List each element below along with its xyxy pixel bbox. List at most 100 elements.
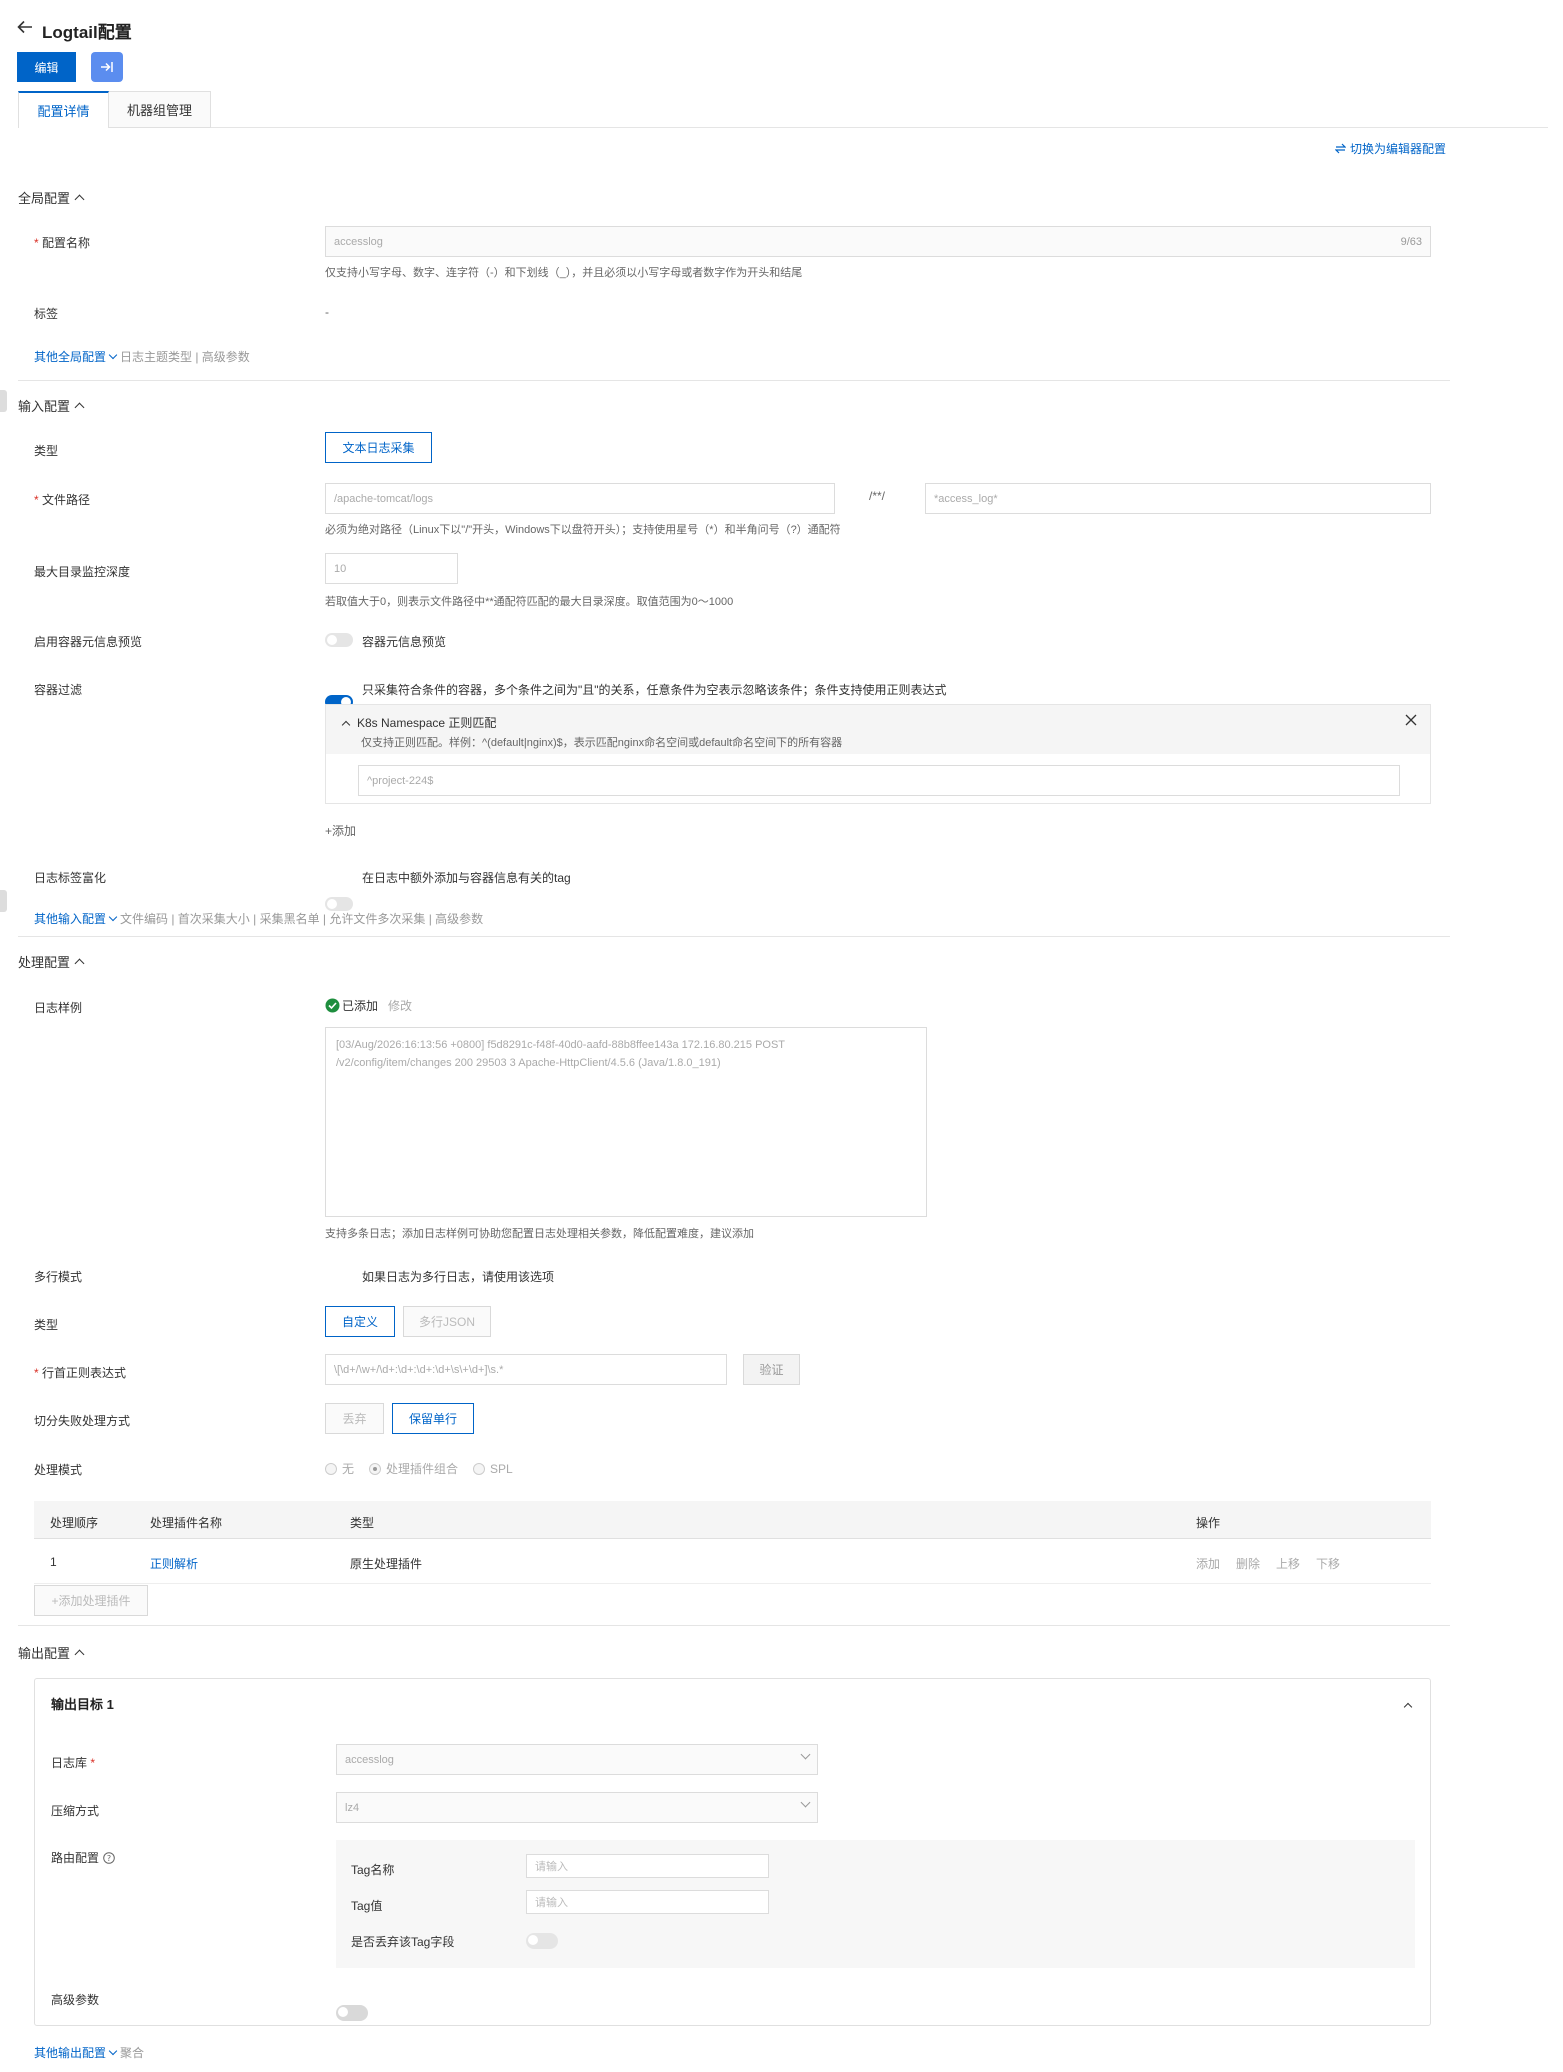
k8s-filter-close[interactable] (1404, 713, 1418, 727)
section-input-config[interactable]: 输入配置 (18, 396, 85, 415)
row-move-up-button[interactable]: 上移 (1276, 1555, 1300, 1572)
config-name-input[interactable]: accesslog 9/63 (325, 226, 1431, 257)
regex-input[interactable]: \[\d+/\w+/\d+:\d+:\d+:\d+\s\+\d+]\s.* (325, 1354, 727, 1385)
container-filter-label: 容器过滤 (34, 683, 83, 697)
k8s-collapse-toggle[interactable]: K8s Namespace 正则匹配 (341, 714, 497, 731)
chevron-up-icon (341, 720, 351, 729)
th-order: 处理顺序 (50, 1516, 99, 1530)
advanced-params-toggle[interactable] (336, 2005, 368, 2021)
row-delete-button[interactable]: 删除 (1236, 1555, 1260, 1572)
regex-label: 行首正则表达式 (34, 1364, 126, 1381)
config-name-hint: 仅支持小写字母、数字、连字符（-）和下划线（_），并且必须以小写字母或者数字作为… (325, 267, 803, 279)
edit-button[interactable]: 编辑 (17, 52, 76, 82)
collapse-handle[interactable] (0, 890, 7, 912)
tab-machine-group[interactable]: 机器组管理 (109, 91, 211, 128)
k8s-filter-panel: K8s Namespace 正则匹配 仅支持正则匹配。样例：^(default|… (325, 704, 1431, 804)
radio-spl[interactable] (473, 1462, 486, 1475)
other-input-config[interactable]: 其他输入配置 文件编码 | 首次采集大小 | 采集黑名单 | 允许文件多次采集 … (34, 910, 483, 927)
container-meta-label: 启用容器元信息预览 (34, 635, 143, 649)
other-output-config[interactable]: 其他输出配置 聚合 (34, 2044, 144, 2061)
help-circle-icon[interactable]: ? (103, 1851, 115, 1864)
chevron-up-icon (74, 194, 85, 205)
input-type-label: 类型 (34, 444, 59, 458)
section-global-config[interactable]: 全局配置 (18, 188, 85, 207)
output-target-collapse[interactable] (1403, 1699, 1413, 1713)
logstore-select[interactable]: accesslog (336, 1744, 818, 1775)
chevron-up-icon (74, 1649, 85, 1660)
tags-label: 标签 (34, 307, 59, 321)
switch-editor-link[interactable]: 切换为编辑器配置 (1335, 140, 1446, 157)
section-output-config[interactable]: 输出配置 (18, 1643, 85, 1662)
tab-config-detail[interactable]: 配置详情 (18, 91, 109, 128)
container-meta-toggle[interactable] (325, 633, 353, 647)
add-filter-button[interactable]: +添加 (325, 822, 356, 839)
k8s-filter-hint: 仅支持正则匹配。样例：^(default|nginx)$，表示匹配nginx命名… (361, 737, 843, 749)
compress-select[interactable]: lz4 (336, 1792, 818, 1823)
log-sample-label: 日志样例 (34, 1001, 83, 1015)
back-button[interactable] (16, 18, 36, 38)
type-custom-button[interactable]: 自定义 (325, 1306, 395, 1337)
k8s-namespace-input[interactable]: ^project-224$ (358, 765, 1400, 796)
arrow-left-icon (17, 20, 32, 34)
row-move-down-button[interactable]: 下移 (1316, 1555, 1340, 1572)
row-type: 原生处理插件 (350, 1557, 423, 1571)
collapse-handle[interactable] (0, 390, 7, 412)
section-process-config[interactable]: 处理配置 (18, 952, 85, 971)
k8s-filter-title: K8s Namespace 正则匹配 (357, 716, 497, 730)
multiline-toggle-label: 如果日志为多行日志，请使用该选项 (362, 1270, 555, 1284)
text-log-collection-button[interactable]: 文本日志采集 (325, 432, 432, 463)
chevron-up-icon (74, 402, 85, 413)
th-type: 类型 (350, 1516, 375, 1530)
radio-none[interactable] (325, 1462, 337, 1475)
multiline-label: 多行模式 (34, 1270, 83, 1284)
fail-keep-button[interactable]: 保留单行 (392, 1403, 474, 1434)
process-mode-label: 处理模式 (34, 1463, 83, 1477)
swap-icon (1335, 143, 1346, 154)
row-add-button[interactable]: 添加 (1196, 1555, 1220, 1572)
process-mode-radios: 无 处理插件组合 SPL (325, 1460, 513, 1477)
verify-button[interactable]: 验证 (743, 1354, 800, 1385)
other-global-config[interactable]: 其他全局配置 日志主题类型 | 高级参数 (34, 348, 250, 365)
chevron-down-icon (800, 1749, 811, 1760)
discard-tag-toggle[interactable] (526, 1933, 558, 1949)
th-actions: 操作 (1196, 1516, 1221, 1530)
export-button[interactable] (91, 52, 123, 82)
add-plugin-button[interactable]: +添加处理插件 (34, 1585, 148, 1616)
max-depth-input[interactable]: 10 (325, 553, 458, 584)
file-path-dir-input[interactable]: /apache-tomcat/logs (325, 483, 835, 514)
route-config-panel (336, 1840, 1415, 1968)
chevron-down-icon (108, 2046, 118, 2056)
tag-value-label: Tag值 (351, 1899, 383, 1913)
section-divider (18, 380, 1450, 381)
row-plugin-name-link[interactable]: 正则解析 (150, 1555, 198, 1572)
radio-plugin-combo[interactable] (369, 1462, 382, 1475)
th-plugin-name: 处理插件名称 (150, 1516, 223, 1530)
advanced-params-label: 高级参数 (51, 1993, 100, 2007)
arrow-right-to-bar-icon (101, 62, 113, 72)
log-sample-status: 已添加 修改 (325, 997, 412, 1014)
log-sample-textarea[interactable]: [03/Aug/2026:16:13:56 +0800] f5d8291c-f4… (325, 1027, 927, 1217)
discard-tag-label: 是否丢弃该Tag字段 (351, 1935, 455, 1949)
file-path-name-input[interactable]: *access_log* (925, 483, 1431, 514)
route-config-label: 路由配置 ? (51, 1849, 115, 1866)
edit-sample-link[interactable]: 修改 (388, 997, 412, 1014)
tag-value-input[interactable]: 请输入 (526, 1890, 769, 1914)
row-order: 1 (50, 1555, 57, 1569)
fail-discard-button[interactable]: 丢弃 (325, 1403, 384, 1434)
max-depth-label: 最大目录监控深度 (34, 565, 131, 579)
file-path-label: 文件路径 (34, 491, 90, 508)
file-path-hint: 必须为绝对路径（Linux下以"/"开头，Windows下以盘符开头）；支持使用… (325, 524, 841, 536)
multiline-type-label: 类型 (34, 1318, 59, 1332)
container-meta-toggle-label: 容器元信息预览 (362, 635, 447, 649)
logstore-label: 日志库 (51, 1754, 95, 1771)
output-target-title: 输出目标 1 (51, 1697, 114, 1712)
page-title: Logtail配置 (42, 23, 132, 42)
tag-enrich-toggle[interactable] (325, 897, 353, 911)
compress-label: 压缩方式 (51, 1804, 100, 1818)
chevron-down-icon (108, 350, 118, 360)
plugin-table-header (34, 1501, 1431, 1539)
max-depth-hint: 若取值大于0，则表示文件路径中**通配符匹配的最大目录深度。取值范围为0～100… (325, 596, 734, 608)
tag-name-input[interactable]: 请输入 (526, 1854, 769, 1878)
type-json-button[interactable]: 多行JSON (403, 1306, 491, 1337)
chevron-down-icon (800, 1797, 811, 1808)
